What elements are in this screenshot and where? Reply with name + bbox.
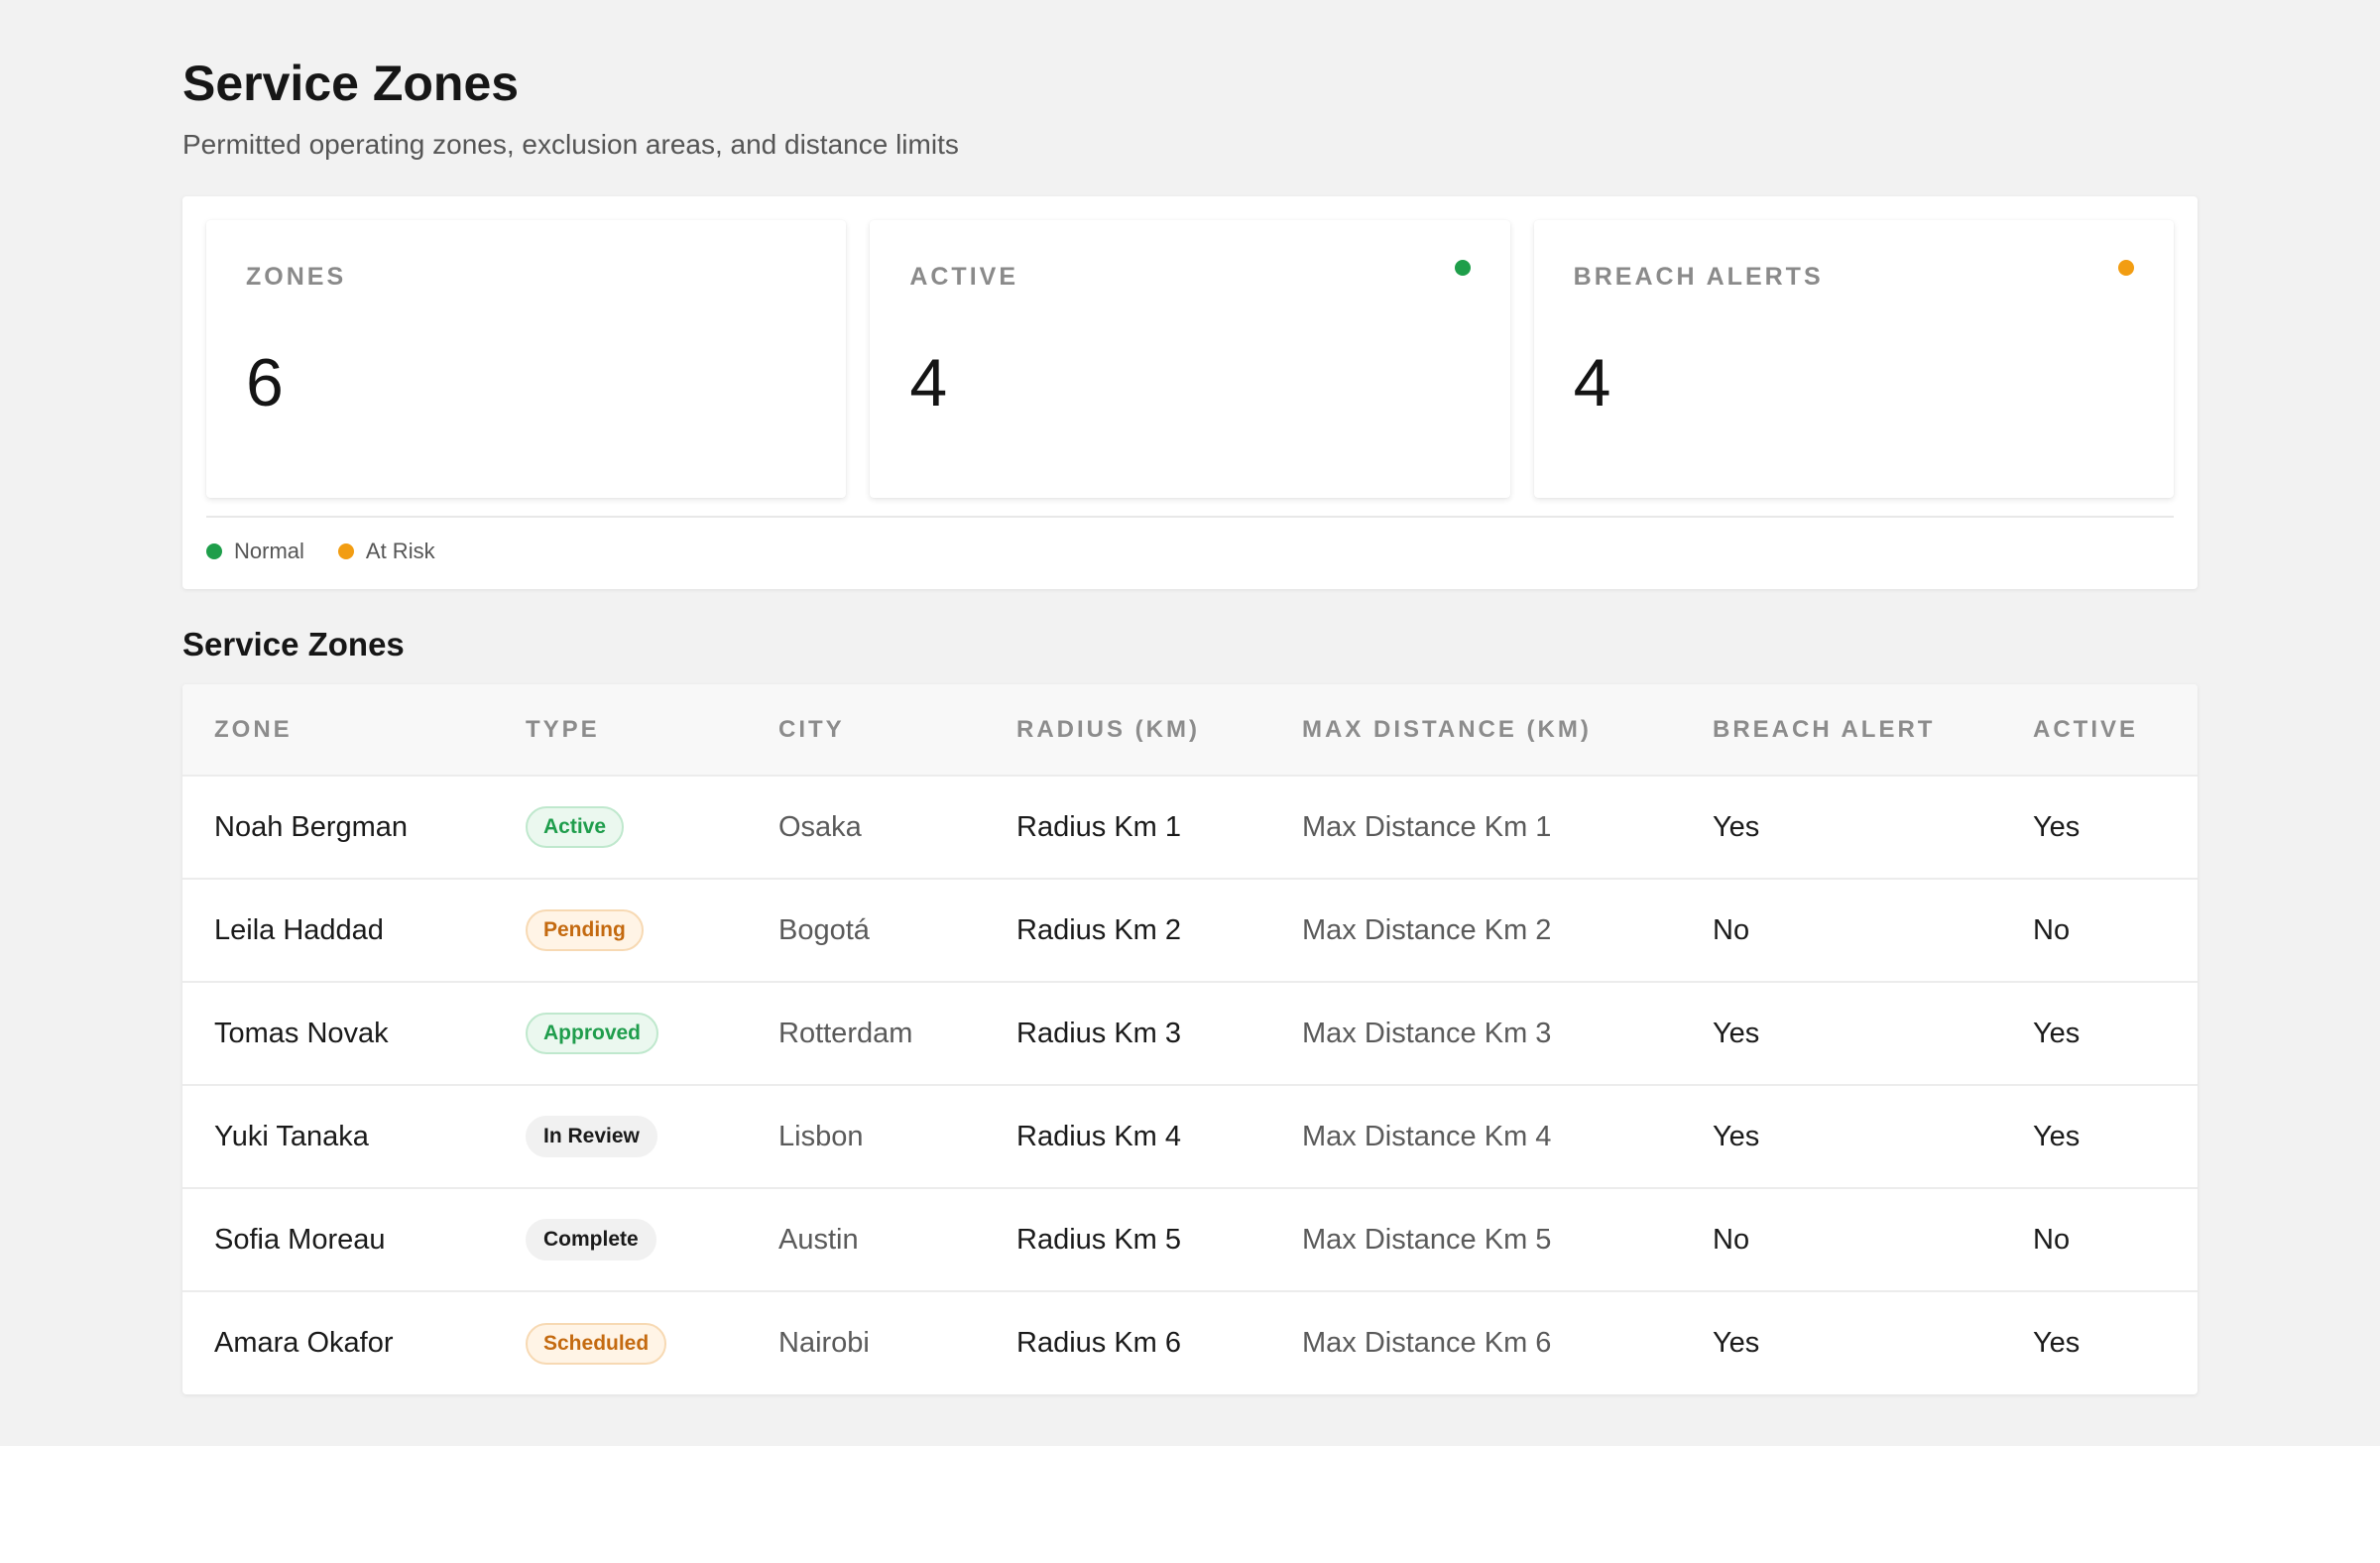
stat-card-label: ZONES (246, 263, 347, 291)
cell-breach-alert: Yes (1713, 1017, 1760, 1049)
column-header-breach-alert[interactable]: BREACH ALERT (1681, 684, 2001, 776)
cell-city: Nairobi (778, 1327, 870, 1359)
legend-item-at-risk: At Risk (337, 539, 435, 564)
cell-breach-alert: No (1713, 1223, 1750, 1256)
cell-type: Scheduled (494, 1291, 747, 1394)
status-dot-icon (2117, 260, 2134, 276)
status-badge: Approved (526, 1013, 659, 1054)
page: Service Zones Permitted operating zones,… (0, 0, 2380, 1446)
stat-card-zones: ZONES 6 (206, 220, 847, 498)
column-header-type[interactable]: TYPE (494, 684, 747, 776)
table-row[interactable]: Amara Okafor Scheduled Nairobi Radius Km… (182, 1291, 2198, 1394)
cell-breach-alert: Yes (1713, 1120, 1760, 1152)
cell-max-distance: Max Distance Km 6 (1302, 1327, 1552, 1359)
column-header-active[interactable]: ACTIVE (2001, 684, 2198, 776)
cell-type: Pending (494, 879, 747, 982)
page-subtitle: Permitted operating zones, exclusion are… (182, 129, 959, 160)
cell-radius: Radius Km 3 (1016, 1017, 1182, 1049)
cell-max-distance: Max Distance Km 4 (1302, 1120, 1552, 1152)
legend-dot-icon (206, 543, 222, 559)
cell-zone: Yuki Tanaka (214, 1120, 369, 1152)
cell-radius: Radius Km 5 (1016, 1223, 1182, 1256)
table-row[interactable]: Leila Haddad Pending Bogotá Radius Km 2 … (182, 879, 2198, 982)
section-title: Service Zones (182, 626, 405, 662)
cell-zone: Noah Bergman (214, 810, 409, 843)
table-row[interactable]: Tomas Novak Approved Rotterdam Radius Km… (182, 982, 2198, 1085)
cell-radius: Radius Km 1 (1016, 810, 1182, 843)
cell-type: Complete (494, 1188, 747, 1291)
status-badge: Scheduled (526, 1322, 667, 1365)
cell-city: Austin (778, 1223, 859, 1256)
cell-breach-alert: No (1713, 913, 1750, 946)
cell-radius: Radius Km 4 (1016, 1120, 1182, 1152)
column-header-radius[interactable]: RADIUS (KM) (985, 684, 1270, 776)
stat-card-active: ACTIVE 4 (870, 220, 1510, 498)
cell-max-distance: Max Distance Km 2 (1302, 913, 1552, 946)
legend-label: Normal (234, 539, 304, 563)
zones-table-card: ZONE TYPE CITY RADIUS (KM) MAX DISTANCE … (182, 684, 2198, 1394)
cell-breach-alert: Yes (1713, 1327, 1760, 1359)
cell-zone: Amara Okafor (214, 1327, 394, 1359)
cell-city: Lisbon (778, 1120, 864, 1152)
cell-radius: Radius Km 2 (1016, 913, 1182, 946)
cell-active: Yes (2033, 810, 2081, 843)
column-header-city[interactable]: CITY (747, 684, 985, 776)
stat-card-breach-alerts: BREACH ALERTS 4 (1533, 220, 2174, 498)
status-badge: Pending (526, 909, 644, 951)
zones-table: ZONE TYPE CITY RADIUS (KM) MAX DISTANCE … (182, 684, 2198, 1394)
cell-type: In Review (494, 1085, 747, 1188)
legend-label: At Risk (365, 539, 435, 563)
cell-max-distance: Max Distance Km 3 (1302, 1017, 1552, 1049)
table-header-row: ZONE TYPE CITY RADIUS (KM) MAX DISTANCE … (182, 684, 2198, 776)
stat-card-value: 6 (246, 345, 284, 421)
status-badge: Active (526, 806, 625, 848)
column-header-zone[interactable]: ZONE (182, 684, 494, 776)
table-row[interactable]: Sofia Moreau Complete Austin Radius Km 5… (182, 1188, 2198, 1291)
column-header-max-distance[interactable]: MAX DISTANCE (KM) (1270, 684, 1681, 776)
stat-cards: ZONES 6 ACTIVE 4 BREACH ALERTS 4 (206, 220, 2174, 498)
stat-card-label: BREACH ALERTS (1573, 263, 1824, 291)
stat-card-value: 4 (1573, 345, 1611, 421)
status-badge: In Review (526, 1116, 657, 1157)
cell-active: Yes (2033, 1017, 2081, 1049)
stat-card-value: 4 (909, 345, 948, 421)
cell-zone: Leila Haddad (214, 913, 384, 946)
cell-active: Yes (2033, 1327, 2081, 1359)
legend-item-normal: Normal (206, 539, 304, 564)
cell-city: Osaka (778, 810, 862, 843)
cell-max-distance: Max Distance Km 5 (1302, 1223, 1552, 1256)
stat-card-label: ACTIVE (909, 263, 1019, 291)
cell-type: Active (494, 776, 747, 879)
cell-type: Approved (494, 982, 747, 1085)
cell-active: No (2033, 913, 2071, 946)
table-row[interactable]: Yuki Tanaka In Review Lisbon Radius Km 4… (182, 1085, 2198, 1188)
cell-city: Rotterdam (778, 1017, 913, 1049)
cell-active: No (2033, 1223, 2071, 1256)
cell-max-distance: Max Distance Km 1 (1302, 810, 1552, 843)
cell-city: Bogotá (778, 913, 870, 946)
stats-panel: ZONES 6 ACTIVE 4 BREACH ALERTS 4 Normal … (182, 196, 2198, 589)
legend: Normal At Risk (206, 516, 2174, 565)
cell-zone: Tomas Novak (214, 1017, 389, 1049)
cell-radius: Radius Km 6 (1016, 1327, 1182, 1359)
table-row[interactable]: Noah Bergman Active Osaka Radius Km 1 Ma… (182, 776, 2198, 879)
status-dot-icon (1454, 260, 1471, 276)
cell-zone: Sofia Moreau (214, 1223, 386, 1256)
cell-active: Yes (2033, 1120, 2081, 1152)
status-badge: Complete (526, 1219, 656, 1261)
legend-dot-icon (337, 543, 354, 559)
cell-breach-alert: Yes (1713, 810, 1760, 843)
page-title: Service Zones (182, 56, 520, 111)
